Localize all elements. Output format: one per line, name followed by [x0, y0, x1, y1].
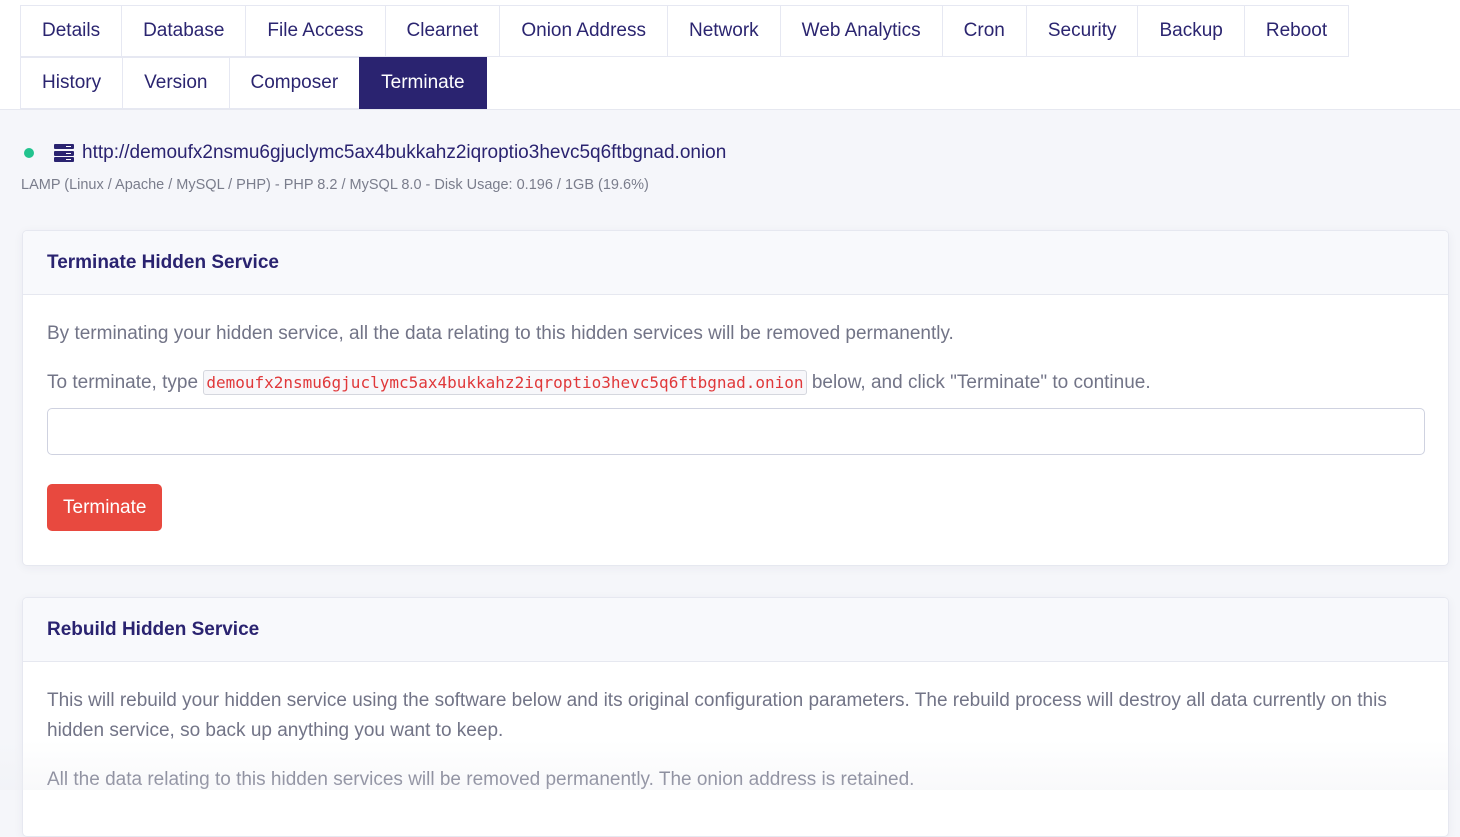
tab-security[interactable]: Security [1025, 5, 1139, 57]
tab-cron[interactable]: Cron [941, 5, 1027, 57]
tab-row-2: History Version Composer Terminate [20, 57, 487, 110]
tab-file-access[interactable]: File Access [245, 5, 386, 57]
tab-backup[interactable]: Backup [1137, 5, 1245, 57]
tab-bar-container: Details Database File Access Clearnet On… [0, 0, 1460, 110]
rebuild-card: Rebuild Hidden Service This will rebuild… [22, 597, 1449, 837]
tab-database[interactable]: Database [121, 5, 247, 57]
terminate-button[interactable]: Terminate [47, 484, 163, 531]
service-meta: LAMP (Linux / Apache / MySQL / PHP) - PH… [21, 177, 649, 193]
terminate-card: Terminate Hidden Service By terminating … [22, 230, 1449, 566]
tab-navigation: Details Database File Access Clearnet On… [20, 5, 1401, 110]
tab-details[interactable]: Details [20, 5, 123, 57]
tab-terminate[interactable]: Terminate [359, 57, 487, 109]
server-icon [54, 144, 74, 162]
status-dot-icon [24, 148, 34, 158]
confirm-onion-input[interactable] [47, 408, 1425, 455]
tab-history[interactable]: History [20, 57, 124, 109]
terminate-card-title: Terminate Hidden Service [23, 231, 1448, 295]
terminate-warning: By terminating your hidden service, all … [47, 323, 954, 344]
rebuild-card-title: Rebuild Hidden Service [23, 598, 1448, 662]
instruction-suffix: below, and click "Terminate" to continue… [811, 372, 1151, 393]
onion-code: demoufx2nsmu6gjuclymc5ax4bukkahz2iqropti… [203, 370, 807, 395]
tab-clearnet[interactable]: Clearnet [384, 5, 501, 57]
instruction-prefix: To terminate, type [47, 372, 199, 393]
tab-onion-address[interactable]: Onion Address [499, 5, 668, 57]
rebuild-retain-note: All the data relating to this hidden ser… [47, 769, 915, 790]
rebuild-description: This will rebuild your hidden service us… [47, 690, 1387, 741]
terminate-instruction: To terminate, type demoufx2nsmu6gjuclymc… [47, 368, 1424, 398]
service-header: http://demoufx2nsmu6gjuclymc5ax4bukkahz2… [22, 142, 726, 164]
tab-reboot[interactable]: Reboot [1243, 5, 1350, 57]
tab-row-1: Details Database File Access Clearnet On… [20, 5, 1350, 58]
tab-network[interactable]: Network [666, 5, 781, 57]
tab-web-analytics[interactable]: Web Analytics [779, 5, 943, 57]
onion-url-link[interactable]: http://demoufx2nsmu6gjuclymc5ax4bukkahz2… [82, 142, 726, 164]
tab-composer[interactable]: Composer [228, 57, 361, 109]
tab-version[interactable]: Version [122, 57, 230, 109]
